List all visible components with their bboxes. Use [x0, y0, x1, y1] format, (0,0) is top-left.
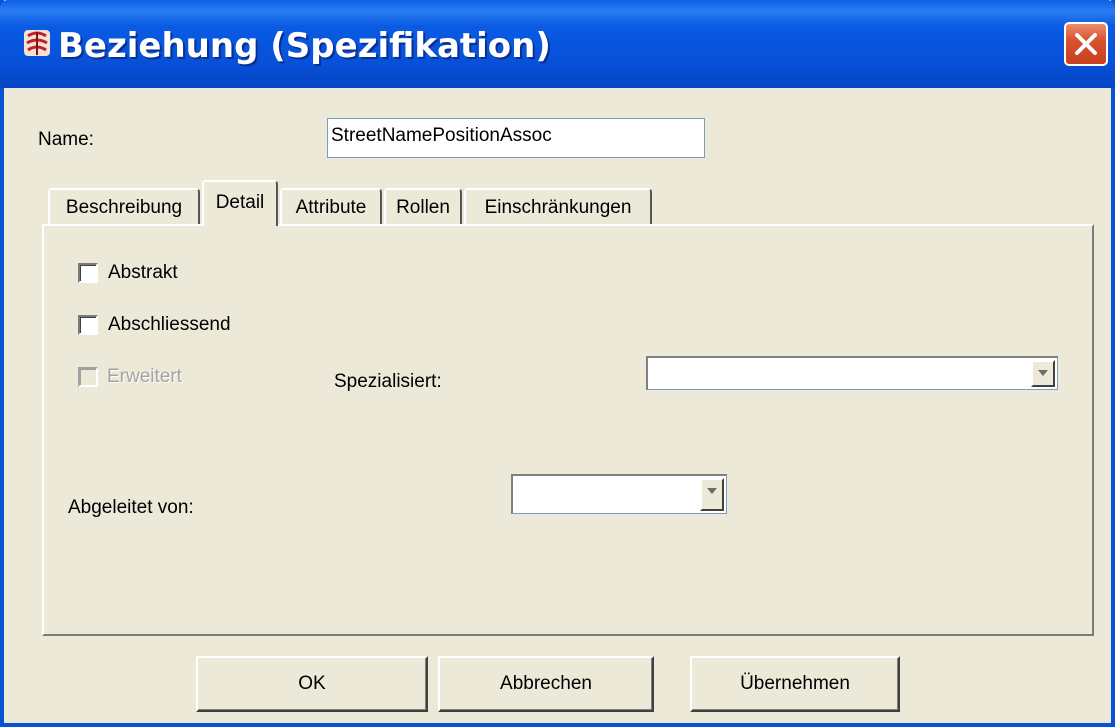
apply-button[interactable]: Übernehmen: [690, 656, 900, 712]
tab-einschraenkungen[interactable]: Einschränkungen: [464, 188, 652, 226]
detail-panel: [42, 224, 1094, 636]
tab-rollen[interactable]: Rollen: [384, 188, 462, 226]
erweitert-label: Erweitert: [107, 366, 182, 387]
spezialisiert-label: Spezialisiert:: [334, 371, 442, 392]
abstrakt-checkbox[interactable]: [78, 263, 98, 283]
abschliessend-label: Abschliessend: [108, 314, 231, 335]
abschliessend-checkbox[interactable]: [78, 315, 98, 335]
spezialisiert-dropdown[interactable]: [646, 356, 1058, 390]
abgeleitet-dropdown-arrow[interactable]: [700, 478, 724, 511]
dialog-window: Beziehung (Spezifikation) Name: StreetNa…: [0, 0, 1115, 727]
chevron-down-icon: [707, 488, 717, 494]
abstrakt-label: Abstrakt: [108, 262, 178, 283]
abgeleitet-dropdown[interactable]: [511, 474, 727, 514]
name-field[interactable]: StreetNamePositionAssoc: [327, 118, 705, 158]
tab-attribute[interactable]: Attribute: [280, 188, 382, 226]
window-title: Beziehung (Spezifikation): [58, 26, 551, 66]
ok-button[interactable]: OK: [196, 656, 428, 712]
spezialisiert-dropdown-arrow[interactable]: [1031, 360, 1055, 387]
close-button[interactable]: [1064, 22, 1108, 66]
name-label: Name:: [38, 129, 94, 150]
app-icon: [22, 28, 52, 58]
close-icon: [1075, 33, 1097, 55]
tab-detail[interactable]: Detail: [202, 180, 278, 226]
title-bar[interactable]: Beziehung (Spezifikation): [0, 0, 1115, 88]
tab-beschreibung[interactable]: Beschreibung: [48, 188, 200, 226]
abgeleitet-label: Abgeleitet von:: [68, 497, 194, 518]
chevron-down-icon: [1038, 370, 1048, 376]
cancel-button[interactable]: Abbrechen: [438, 656, 654, 712]
erweitert-checkbox[interactable]: [78, 367, 98, 387]
